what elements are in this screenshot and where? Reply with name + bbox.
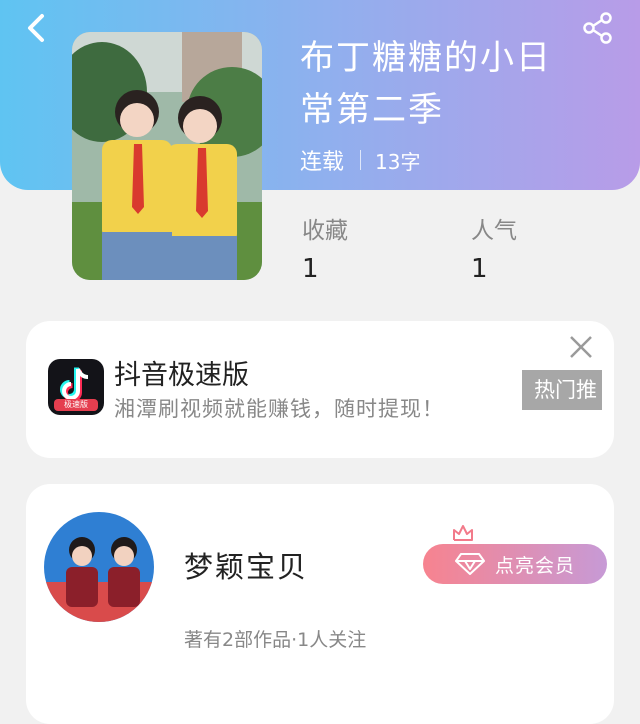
avatar[interactable] — [44, 512, 154, 622]
chevron-left-icon — [28, 14, 44, 42]
cover-image — [72, 32, 262, 280]
popularity-label: 人气 — [471, 218, 517, 244]
ad-description: 湘潭刷视频就能赚钱，随时提现！ — [114, 397, 444, 421]
word-count: 13字 — [375, 149, 421, 174]
book-title-line2: 常第二季 — [300, 90, 444, 130]
ad-title: 抖音极速版 — [114, 360, 249, 391]
logo-tag: 极速版 — [54, 399, 98, 411]
activate-vip-button[interactable]: 点亮会员 — [423, 544, 607, 584]
crown-icon — [453, 525, 473, 541]
serial-status: 连载 — [300, 150, 345, 175]
hot-recommend-tag[interactable]: 热门推 — [522, 370, 602, 410]
book-meta: 连载 13字 — [300, 144, 420, 176]
author-card: 梦颖宝贝 著有2部作品·1人关注 点亮会员 — [26, 484, 614, 724]
favorites-label: 收藏 — [302, 218, 348, 244]
avatar-image — [44, 512, 154, 622]
vip-button-label: 点亮会员 — [494, 554, 575, 577]
close-icon — [570, 336, 592, 358]
book-title: 布丁糖糖的小日 常第二季 — [300, 32, 600, 136]
ad-close-button[interactable] — [567, 333, 595, 361]
author-stats: 著有2部作品·1人关注 — [184, 629, 367, 651]
author-name: 梦颖宝贝 — [184, 550, 309, 584]
favorites-count: 1 — [302, 254, 319, 284]
douyin-app-logo: 极速版 — [48, 359, 104, 415]
popularity-count: 1 — [471, 254, 488, 284]
meta-divider — [360, 150, 362, 170]
back-button[interactable] — [14, 8, 58, 48]
diamond-icon — [454, 553, 485, 575]
ad-banner[interactable]: 极速版 抖音极速版 湘潭刷视频就能赚钱，随时提现！ 热门推 — [26, 321, 614, 458]
book-cover[interactable] — [72, 32, 262, 280]
book-title-line1: 布丁糖糖的小日 — [300, 38, 552, 78]
